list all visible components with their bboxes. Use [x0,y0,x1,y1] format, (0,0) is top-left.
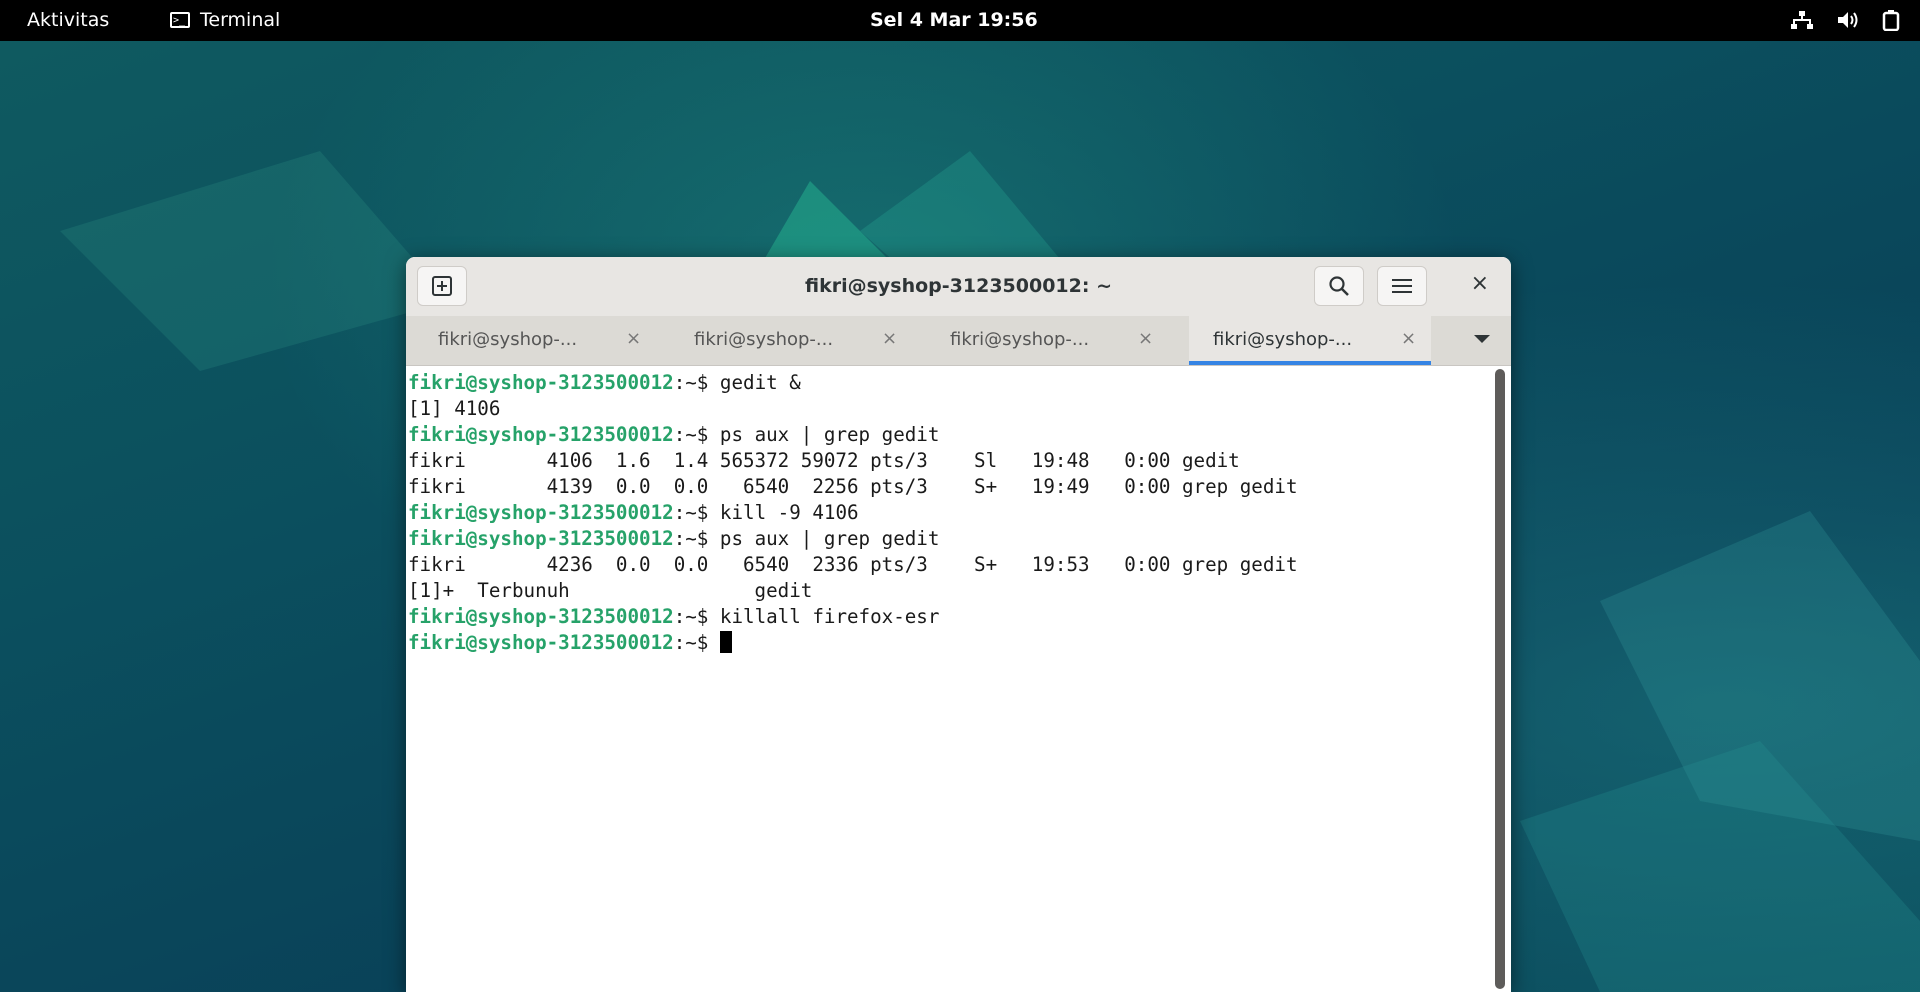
tab-1[interactable]: fikri@syshop-... × [406,316,648,365]
header-bar: fikri@syshop-3123500012: ~ × [406,257,1511,317]
tab-label: fikri@syshop-... [950,329,1090,350]
output-text: [1]+ Terbunuh gedit [408,579,813,602]
shell-prompt: fikri@syshop-3123500012 [408,605,674,628]
terminal-command-line: fikri@syshop-3123500012:~$ gedit & [406,370,1491,396]
volume-icon [1838,12,1858,28]
tab-label: fikri@syshop-... [438,329,578,350]
prompt-suffix: :~$ [673,605,720,628]
terminal-command-line: fikri@syshop-3123500012:~$ killall firef… [406,604,1491,630]
command-text: kill -9 4106 [719,501,859,524]
tab-label: fikri@syshop-... [694,329,834,350]
close-tab-icon[interactable]: × [1401,328,1416,349]
tab-3[interactable]: fikri@syshop-... × [918,316,1160,365]
tab-list-dropdown[interactable] [1473,328,1491,349]
command-text: ps aux | grep gedit [719,423,940,446]
shell-prompt: fikri@syshop-3123500012 [408,423,674,446]
prompt-suffix: :~$ [673,371,720,394]
menu-button[interactable] [1377,266,1427,306]
search-button[interactable] [1314,266,1364,306]
shell-prompt: fikri@syshop-3123500012 [408,631,674,654]
close-tab-icon[interactable]: × [882,328,897,349]
shell-prompt: fikri@syshop-3123500012 [408,371,674,394]
top-bar: Aktivitas >_ Terminal Sel 4 Mar 19:56 [0,0,1920,41]
command-text: ps aux | grep gedit [719,527,940,550]
terminal-output-line: fikri 4139 0.0 0.0 6540 2256 pts/3 S+ 19… [406,474,1491,500]
shell-prompt: fikri@syshop-3123500012 [408,501,674,524]
output-text: [1] 4106 [408,397,501,420]
tab-bar: fikri@syshop-... × fikri@syshop-... × fi… [406,316,1511,366]
prompt-suffix: :~$ [673,501,720,524]
shell-prompt: fikri@syshop-3123500012 [408,527,674,550]
terminal-output-line: fikri 4236 0.0 0.0 6540 2336 pts/3 S+ 19… [406,552,1491,578]
output-text: fikri 4106 1.6 1.4 565372 59072 pts/3 Sl… [408,449,1240,472]
tab-2[interactable]: fikri@syshop-... × [662,316,904,365]
prompt-suffix: :~$ [673,423,720,446]
close-tab-icon[interactable]: × [1138,328,1153,349]
terminal-window: fikri@syshop-3123500012: ~ × fikri@sysho… [406,257,1511,992]
terminal-command-line: fikri@syshop-3123500012:~$ kill -9 4106 [406,500,1491,526]
terminal-output[interactable]: fikri@syshop-3123500012:~$ gedit & [1] 41… [406,366,1491,992]
terminal-output-line: [1] 4106 [406,396,1491,422]
search-icon [1329,276,1349,296]
close-tab-icon[interactable]: × [626,328,641,349]
battery-icon [1882,10,1900,31]
output-text: fikri 4236 0.0 0.0 6540 2336 pts/3 S+ 19… [408,553,1298,576]
close-icon: × [1470,271,1489,296]
terminal-icon: >_ [170,12,190,28]
app-menu[interactable]: >_ Terminal [170,9,280,31]
terminal-command-line: fikri@syshop-3123500012:~$ [406,630,1491,656]
terminal-command-line: fikri@syshop-3123500012:~$ ps aux | grep… [406,422,1491,448]
app-menu-label: Terminal [200,9,281,31]
network-icon [1791,11,1813,29]
command-text: killall firefox-esr [719,605,940,628]
prompt-suffix: :~$ [673,631,720,654]
chevron-down-icon [1474,335,1490,343]
tab-label: fikri@syshop-... [1213,329,1353,350]
output-text: fikri 4139 0.0 0.0 6540 2256 pts/3 S+ 19… [408,475,1298,498]
tab-4-active[interactable]: fikri@syshop-... × [1189,316,1431,365]
terminal-output-line: fikri 4106 1.6 1.4 565372 59072 pts/3 Sl… [406,448,1491,474]
terminal-command-line: fikri@syshop-3123500012:~$ ps aux | grep… [406,526,1491,552]
command-text: gedit & [719,371,801,394]
activities-button[interactable]: Aktivitas [27,9,109,31]
close-window-button[interactable]: × [1471,271,1489,296]
prompt-suffix: :~$ [673,527,720,550]
clock[interactable]: Sel 4 Mar 19:56 [870,9,1038,31]
system-tray[interactable] [1790,9,1900,31]
terminal-output-line: [1]+ Terbunuh gedit [406,578,1491,604]
text-cursor [719,631,732,653]
hamburger-menu-icon [1392,279,1412,293]
scrollbar[interactable] [1495,369,1505,989]
